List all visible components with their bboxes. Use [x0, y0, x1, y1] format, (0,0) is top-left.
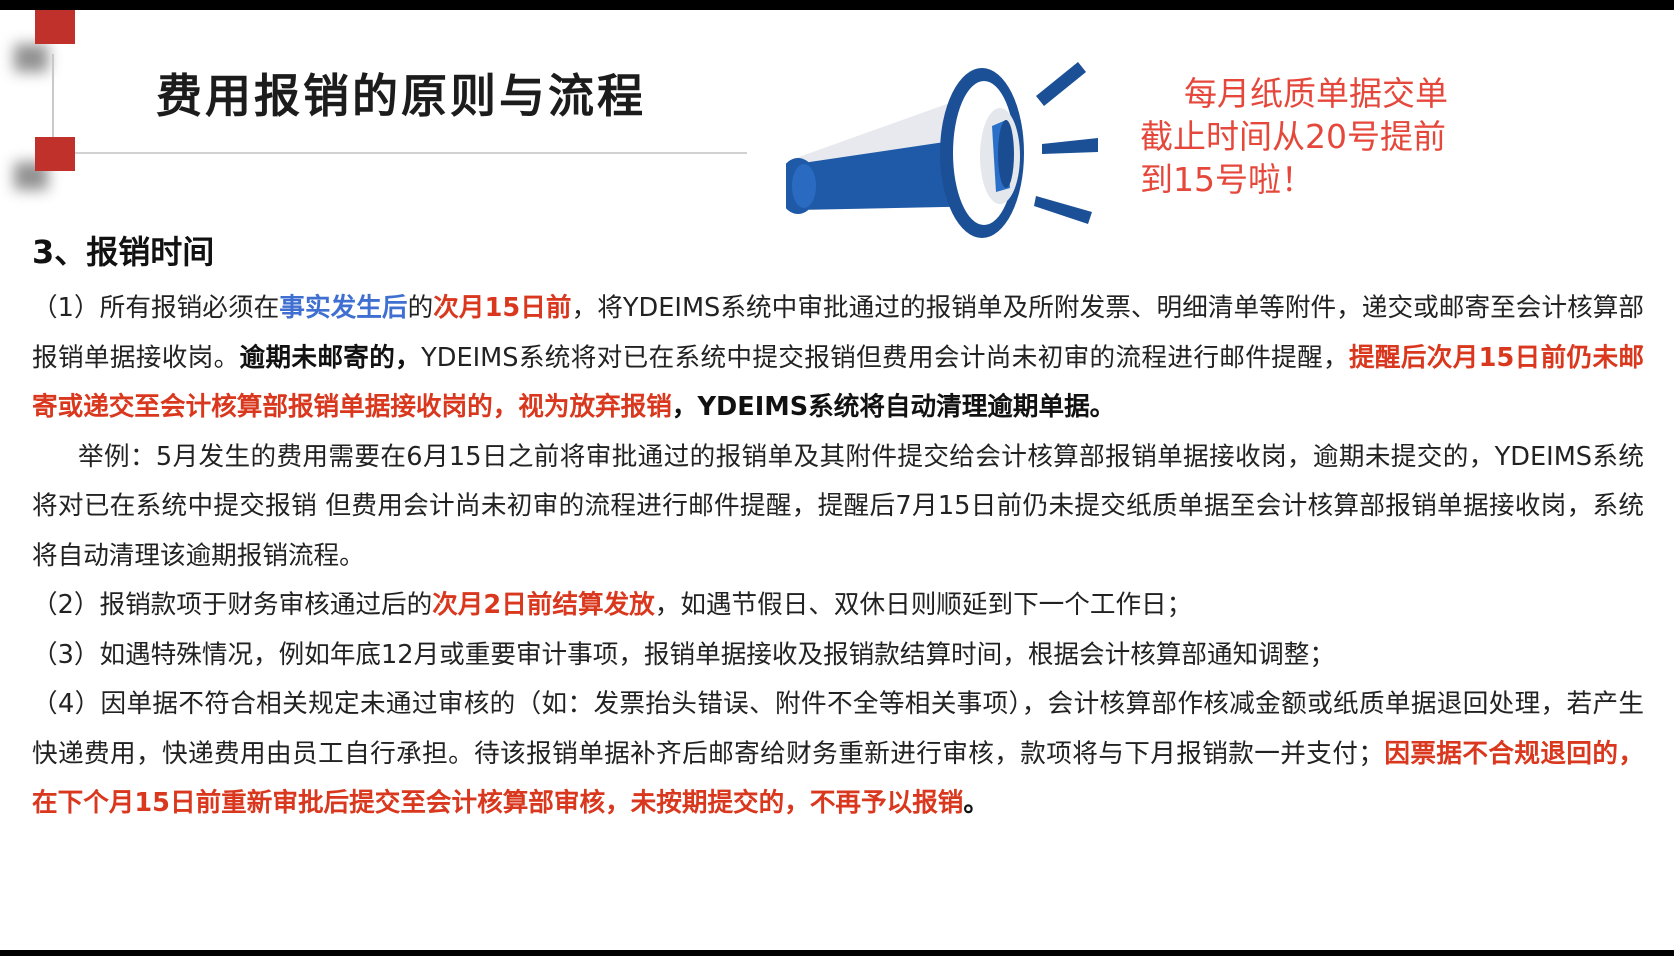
- rule-paragraph-2: （2）报销款项于财务审核通过后的次月2日前结算发放，如遇节假日、双休日则顺延到下…: [32, 581, 1644, 631]
- rule-paragraph-1: （1）所有报销必须在事实发生后的次月15日前，将YDEIMS系统中审批通过的报销…: [32, 284, 1644, 433]
- rule1-highlight-after-fact: 事实发生后: [279, 293, 408, 323]
- content-body: 3、报销时间 （1）所有报销必须在事实发生后的次月15日前，将YDEIMS系统中…: [32, 232, 1644, 829]
- decorative-red-square-top: [35, 10, 75, 44]
- rule1-bold-auto-clear: ，YDEIMS系统将自动清理逾期单据。: [671, 392, 1116, 422]
- decorative-shadow: [14, 44, 48, 72]
- title-underline: [75, 152, 747, 154]
- example-paragraph: 举例：5月发生的费用需要在6月15日之前将审批通过的报销单及其附件提交给会计核算…: [32, 441, 1644, 571]
- rule-paragraph-4: （4）因单据不符合相关规定未通过审核的（如：发票抬头错误、附件不全等相关事项），…: [32, 680, 1644, 829]
- rule1-text: 的: [407, 293, 434, 323]
- decorative-vertical-line: [52, 54, 54, 148]
- rule1-text: （1）所有报销必须在: [32, 293, 280, 323]
- rule-paragraph-3: （3）如遇特殊情况，例如年底12月或重要审计事项，报销单据接收及报销款结算时间，…: [32, 639, 1335, 670]
- page-title: 费用报销的原则与流程: [156, 69, 646, 123]
- rule1-highlight-deadline: 次月15日前: [433, 293, 572, 323]
- rule1-text: YDEIMS系统将对已在系统中提交报销但费用会计尚未初审的流程进行邮件提醒，: [421, 342, 1349, 373]
- notice-line-1: 每月纸质单据交单: [1184, 74, 1448, 113]
- rule4-text-end: 。: [963, 788, 990, 818]
- notice-line-2: 截止时间从20号提前: [1140, 117, 1446, 156]
- section-heading: 3、报销时间: [32, 233, 215, 271]
- notice-line-3: 到15号啦！: [1140, 160, 1314, 199]
- megaphone-icon: [786, 62, 1098, 238]
- deadline-notice: 每月纸质单据交单 截止时间从20号提前 到15号啦！: [1140, 72, 1520, 201]
- rule2-text: （2）报销款项于财务审核通过后的: [32, 590, 433, 620]
- rule1-bold-overdue: 逾期未邮寄的，: [239, 342, 422, 373]
- decorative-red-square-bottom: [35, 137, 75, 171]
- slide: 费用报销的原则与流程 每月纸质单据交单 截止时间从20号提前 到15号啦！ 3、…: [0, 10, 1674, 950]
- rule2-highlight-payout: 次月2日前结算发放: [432, 590, 655, 620]
- rule2-text: ，如遇节假日、双休日则顺延到下一个工作日；: [654, 590, 1193, 620]
